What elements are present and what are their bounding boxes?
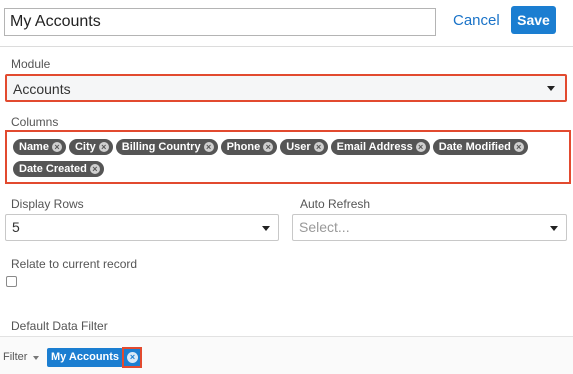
remove-column-icon[interactable]: ×	[415, 142, 426, 152]
column-pill: City ×	[68, 139, 113, 155]
remove-column-icon[interactable]: ×	[313, 142, 324, 152]
remove-column-icon[interactable]: ×	[98, 142, 109, 152]
column-pill: Email Address ×	[330, 139, 430, 155]
remove-column-icon[interactable]: ×	[203, 142, 214, 152]
module-label: Module	[11, 57, 51, 71]
filter-dropdown[interactable]: Filter	[3, 351, 27, 363]
display-rows-label: Display Rows	[11, 197, 84, 211]
column-pill-label: Billing Country	[121, 141, 201, 153]
auto-refresh-placeholder: Select...	[299, 219, 350, 235]
cancel-button[interactable]: Cancel	[453, 12, 500, 29]
columns-multiselect[interactable]: Name × City × Billing Country × Phone × User × Ema…	[5, 130, 571, 184]
column-pill: Phone ×	[220, 139, 278, 155]
column-pill-label: City	[74, 141, 96, 153]
remove-column-icon[interactable]: ×	[263, 142, 274, 152]
chevron-down-icon[interactable]	[33, 356, 39, 360]
relate-label: Relate to current record	[11, 257, 138, 271]
column-pill: Date Modified ×	[432, 139, 528, 155]
default-filter-label: Default Data Filter	[11, 319, 108, 333]
columns-label: Columns	[11, 115, 59, 129]
remove-column-icon[interactable]: ×	[89, 164, 100, 174]
chevron-down-icon	[550, 225, 558, 231]
column-pill: Date Created ×	[13, 161, 104, 177]
relate-checkbox[interactable]	[6, 276, 17, 287]
column-pill-label: Date Created	[19, 163, 87, 175]
column-pill: Name ×	[13, 139, 66, 155]
remove-filter-button[interactable]: ×	[122, 347, 142, 368]
column-pill-label: Email Address	[336, 141, 413, 153]
column-pill-label: User	[286, 141, 311, 153]
column-pill-label: Phone	[226, 141, 261, 153]
remove-column-icon[interactable]: ×	[513, 142, 524, 152]
save-button[interactable]: Save	[511, 6, 556, 34]
display-rows-selected-value: 5	[12, 219, 20, 235]
header-divider	[0, 46, 573, 47]
close-icon: ×	[127, 352, 138, 363]
chevron-down-icon	[262, 225, 270, 231]
column-pill-label: Name	[19, 141, 49, 153]
module-selected-value: Accounts	[13, 81, 71, 97]
column-pill: Billing Country ×	[115, 139, 218, 155]
remove-column-icon[interactable]: ×	[51, 142, 62, 152]
auto-refresh-select[interactable]: Select...	[292, 214, 567, 241]
chevron-down-icon	[547, 86, 555, 91]
active-filter-pill[interactable]: My Accounts	[47, 348, 124, 367]
auto-refresh-label: Auto Refresh	[300, 197, 371, 211]
module-select[interactable]: Accounts	[5, 74, 567, 102]
display-rows-select[interactable]: 5	[5, 214, 279, 241]
column-pill-label: Date Modified	[438, 141, 511, 153]
dashlet-title-input[interactable]	[4, 8, 436, 36]
column-pill: User ×	[280, 139, 328, 155]
